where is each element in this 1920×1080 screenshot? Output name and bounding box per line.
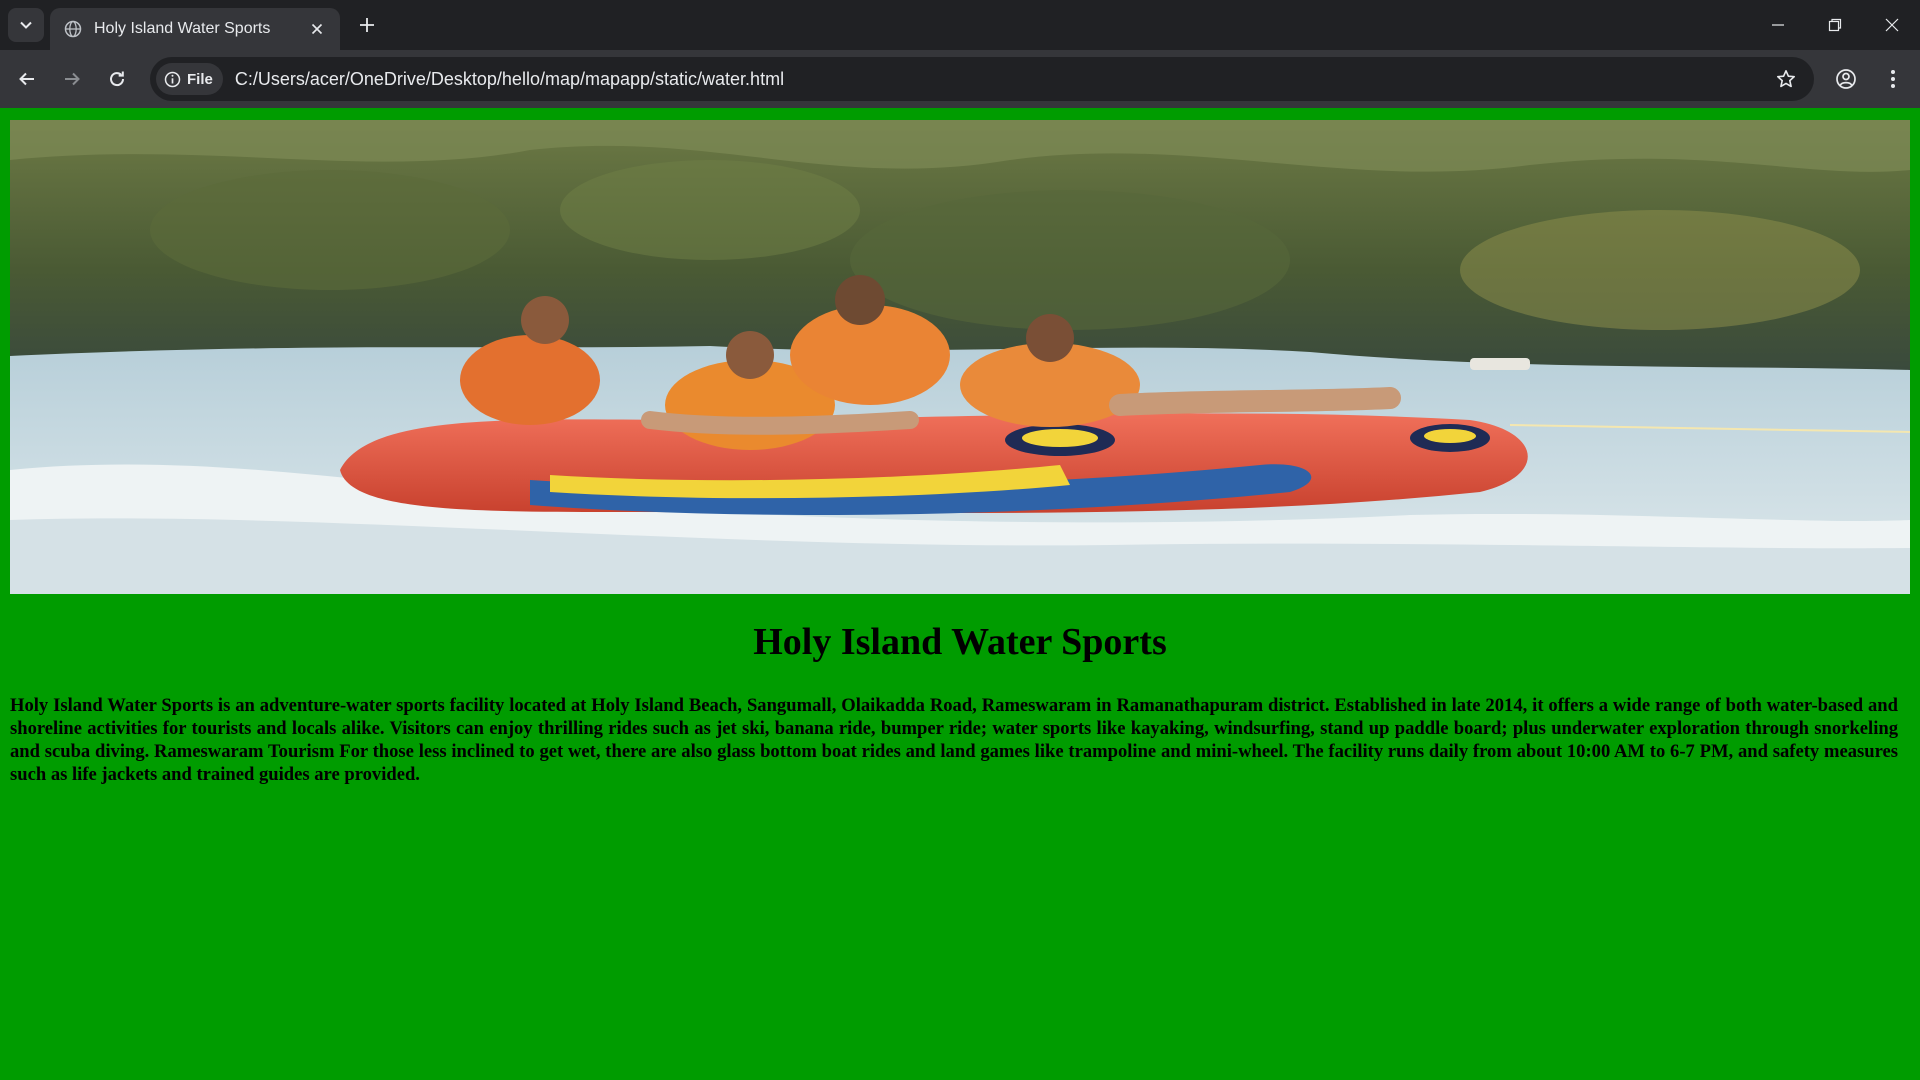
new-tab-button[interactable] xyxy=(352,10,382,40)
star-icon xyxy=(1777,70,1795,88)
url-text[interactable]: C:/Users/acer/OneDrive/Desktop/hello/map… xyxy=(235,69,1768,90)
info-icon xyxy=(164,71,181,87)
tab-strip: Holy Island Water Sports xyxy=(0,0,1920,50)
back-arrow-icon xyxy=(19,72,34,86)
tab-title: Holy Island Water Sports xyxy=(94,20,271,37)
browser-toolbar: File C:/Users/acer/OneDrive/Desktop/hell… xyxy=(0,50,1920,108)
active-tab[interactable]: Holy Island Water Sports xyxy=(50,8,340,50)
page-title: Holy Island Water Sports xyxy=(753,621,1167,663)
new-tab-icon xyxy=(360,18,374,32)
site-chip-label: File xyxy=(187,70,213,88)
restore-button[interactable] xyxy=(1806,0,1863,50)
address-bar[interactable]: File C:/Users/acer/OneDrive/Desktop/hell… xyxy=(150,57,1814,101)
kebab-menu-icon xyxy=(1891,70,1895,88)
tab-close-button[interactable] xyxy=(306,18,328,40)
hero-image xyxy=(10,120,1910,594)
bookmark-button[interactable] xyxy=(1768,61,1804,97)
browser-menu-button[interactable] xyxy=(1875,61,1911,97)
minimize-button[interactable] xyxy=(1749,0,1806,50)
forward-button[interactable] xyxy=(54,61,90,97)
profile-button[interactable] xyxy=(1828,61,1864,97)
tab-search-button[interactable] xyxy=(8,8,44,42)
close-window-button[interactable] xyxy=(1863,0,1920,50)
minimize-icon xyxy=(1771,24,1784,26)
window-controls xyxy=(1749,0,1920,50)
site-info-chip[interactable]: File xyxy=(156,63,223,95)
back-button[interactable] xyxy=(9,61,45,97)
globe-icon xyxy=(64,20,82,38)
reload-button[interactable] xyxy=(99,61,135,97)
page-viewport: Holy Island Water Sports Holy Island Wat… xyxy=(0,108,1920,1080)
forward-arrow-icon xyxy=(65,72,80,86)
reload-icon xyxy=(110,71,125,87)
page-description: Holy Island Water Sports is an adventure… xyxy=(10,695,1898,785)
restore-icon xyxy=(1828,18,1841,32)
close-icon xyxy=(311,23,323,35)
profile-icon xyxy=(1836,69,1856,89)
tab-search-icon xyxy=(20,21,32,29)
close-window-icon xyxy=(1885,18,1898,32)
